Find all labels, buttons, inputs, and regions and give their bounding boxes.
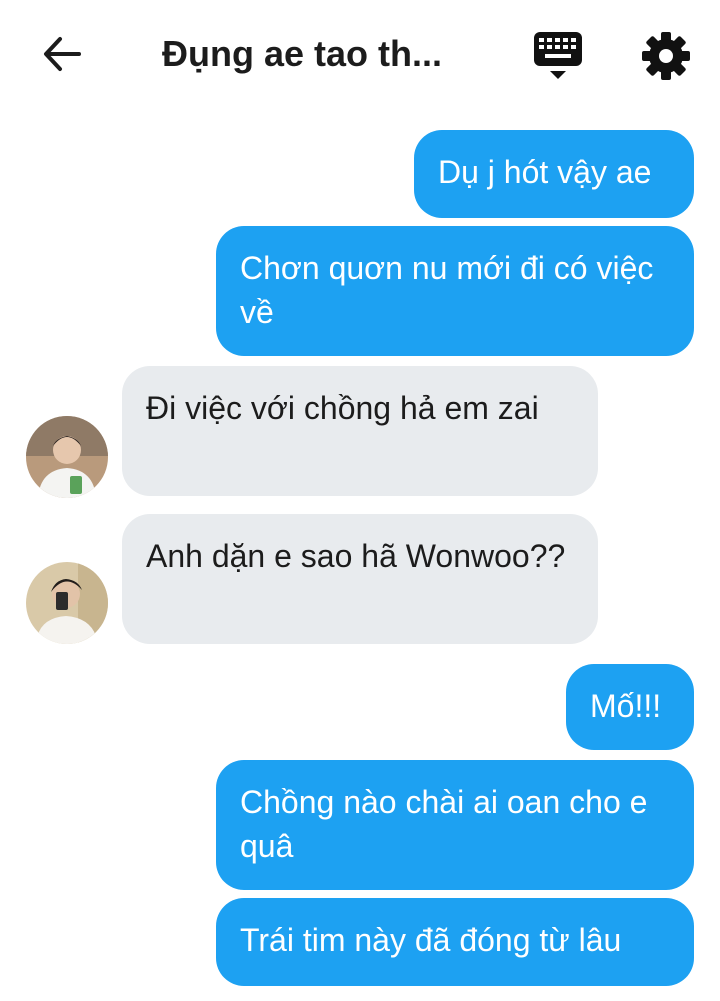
message-text: Anh dặn e sao hã Wonwoo?? (146, 538, 566, 574)
settings-button[interactable] (640, 30, 692, 82)
keyboard-icon (534, 32, 582, 79)
gear-icon (642, 32, 690, 80)
message-bubble-incoming[interactable]: Đi việc với chồng hả em zai (122, 366, 598, 496)
message-text: Chồng nào chài ai oan cho e quâ (240, 784, 648, 864)
message-bubble-outgoing[interactable]: Dụ j hót vậy ae (414, 130, 694, 218)
message-text: Mố!!! (590, 688, 662, 724)
profile-photo-icon (26, 562, 108, 644)
message-bubble-outgoing[interactable]: Mố!!! (566, 664, 694, 750)
avatar[interactable] (26, 416, 108, 498)
message-text: Chơn quơn nu mới đi có việc về (240, 250, 654, 330)
keyboard-button[interactable] (530, 30, 586, 82)
message-bubble-incoming[interactable]: Anh dặn e sao hã Wonwoo?? (122, 514, 598, 644)
chat-screen: Đụng ae tao th... Dụ j hót vậy ae Chơn q… (0, 0, 720, 1001)
arrow-left-icon (44, 37, 81, 71)
message-bubble-outgoing[interactable]: Chồng nào chài ai oan cho e quâ (216, 760, 694, 890)
message-text: Dụ j hót vậy ae (438, 154, 652, 190)
avatar[interactable] (26, 562, 108, 644)
message-bubble-outgoing[interactable]: Trái tim này đã đóng từ lâu (216, 898, 694, 986)
message-text: Trái tim này đã đóng từ lâu (240, 922, 622, 958)
message-bubble-outgoing[interactable]: Chơn quơn nu mới đi có việc về (216, 226, 694, 356)
message-text: Đi việc với chồng hả em zai (146, 390, 539, 426)
profile-photo-icon (26, 416, 108, 498)
chat-title: Đụng ae tao th... (162, 33, 443, 74)
chat-header: Đụng ae tao th... (0, 0, 720, 108)
back-button[interactable] (38, 32, 86, 76)
